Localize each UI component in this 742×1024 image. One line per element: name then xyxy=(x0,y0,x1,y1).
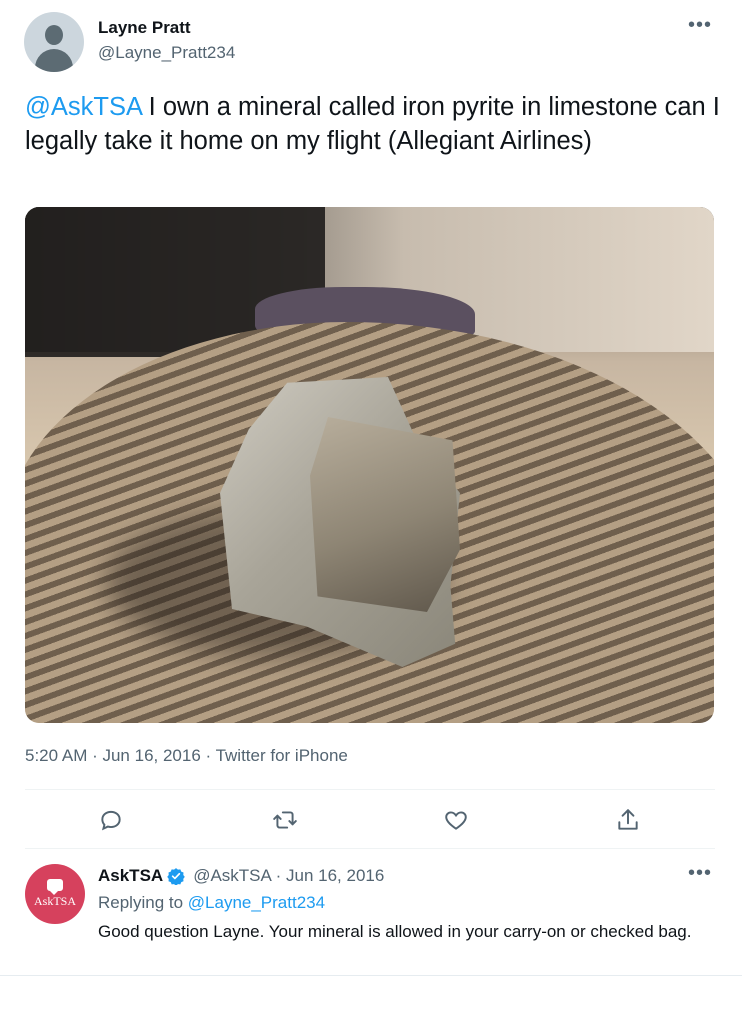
reply-header: AskTSA @AskTSA · Jun 16, 2016 xyxy=(98,866,384,886)
reply-text: Good question Layne. Your mineral is all… xyxy=(98,922,692,941)
like-icon[interactable] xyxy=(436,800,476,840)
divider xyxy=(25,789,715,790)
reply-handle-date[interactable]: @AskTSA · Jun 16, 2016 xyxy=(193,866,384,886)
asktsa-avatar[interactable]: AskTSA xyxy=(25,864,85,924)
action-bar xyxy=(25,800,715,840)
avatar-label: AskTSA xyxy=(33,894,76,908)
verified-badge-icon xyxy=(167,868,185,885)
share-icon[interactable] xyxy=(608,800,648,840)
chat-bubble-icon xyxy=(47,879,63,895)
avatar-head-shape xyxy=(45,25,63,45)
replying-to-label: Replying to xyxy=(98,893,188,912)
user-avatar[interactable] xyxy=(24,12,84,72)
divider xyxy=(25,848,715,849)
reply-display-name[interactable]: AskTSA xyxy=(98,866,163,886)
mention-link[interactable]: @AskTSA xyxy=(25,93,142,121)
replying-to: Replying to @Layne_Pratt234 xyxy=(98,893,325,913)
retweet-icon[interactable] xyxy=(265,800,305,840)
tweet-timestamp[interactable]: 5:20 AM · Jun 16, 2016 · Twitter for iPh… xyxy=(25,746,348,766)
display-name[interactable]: Layne Pratt xyxy=(98,18,191,38)
photo-pyrite-cube xyxy=(310,417,460,612)
tweet-text: @AskTSA I own a mineral called iron pyri… xyxy=(25,90,725,158)
reply-icon[interactable] xyxy=(91,800,131,840)
tweet-photo[interactable] xyxy=(25,207,714,723)
user-handle[interactable]: @Layne_Pratt234 xyxy=(98,43,235,63)
avatar-body-shape xyxy=(35,49,73,72)
more-icon[interactable]: ••• xyxy=(688,862,712,885)
replying-to-mention[interactable]: @Layne_Pratt234 xyxy=(188,893,325,912)
tweet-card: Layne Pratt @Layne_Pratt234 ••• @AskTSA … xyxy=(0,0,742,1024)
more-icon[interactable]: ••• xyxy=(688,14,712,37)
divider xyxy=(0,975,742,976)
